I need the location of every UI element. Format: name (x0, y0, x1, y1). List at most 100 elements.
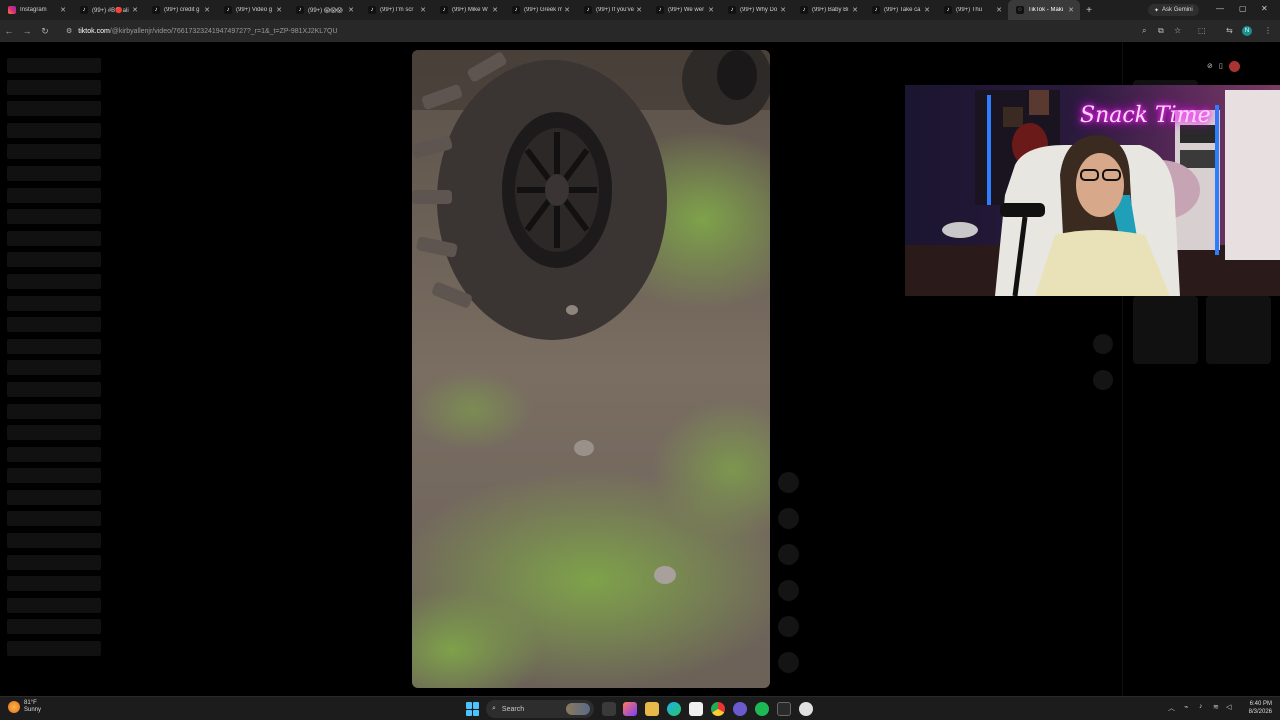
tray-chevron-icon[interactable]: ︿ (1168, 703, 1175, 713)
extensions-icon[interactable]: ⬚ (1198, 26, 1206, 35)
discord-icon[interactable] (733, 702, 747, 716)
browser-tab[interactable]: ♪ (99+) 😱😱😱 ✕ (288, 0, 360, 20)
cast-icon[interactable]: ⇆ (1226, 26, 1233, 35)
tab-title: (99+) #B🔴ali (92, 7, 129, 14)
tab-title: TikTok - Maki (1028, 7, 1064, 13)
browser-tab[interactable]: ♪ (99+) I'm scr ✕ (360, 0, 432, 20)
repost-button[interactable] (778, 616, 799, 637)
xbox-icon[interactable] (777, 702, 791, 716)
spotify-icon[interactable] (755, 702, 769, 716)
volume-icon[interactable]: ◁ (1226, 703, 1231, 711)
copilot-icon[interactable] (623, 702, 637, 716)
scroll-down-button[interactable] (1093, 370, 1113, 390)
zoom-icon[interactable]: ⌕ (1142, 26, 1146, 36)
task-view-icon[interactable] (602, 702, 616, 716)
site-info-icon[interactable]: ⚙ (66, 27, 72, 35)
taskbar-search[interactable]: ⌕ Search (486, 700, 594, 718)
tab-close-icon[interactable]: ✕ (418, 6, 428, 14)
menu-icon[interactable]: ⋮ (1264, 26, 1272, 35)
scroll-up-button[interactable] (1093, 334, 1113, 354)
ask-gemini-label: Ask Gemini (1162, 7, 1193, 13)
tab-close-icon[interactable]: ✕ (130, 6, 140, 14)
browser-tab[interactable]: ♪ (99+) If you've ✕ (576, 0, 648, 20)
skeleton-placeholder (7, 317, 101, 333)
tab-close-icon[interactable]: ✕ (202, 6, 212, 14)
address-bar[interactable]: ⚙ tiktok.com/@kirbyallenjr/video/7661732… (60, 23, 1130, 39)
bookmark-star-icon[interactable]: ☆ (1174, 26, 1181, 35)
tiktok-icon: ♪ (80, 6, 88, 14)
share-button[interactable] (778, 580, 799, 601)
skeleton-placeholder (7, 101, 101, 117)
minimize-icon[interactable]: — (1216, 4, 1224, 13)
browser-tab[interactable]: ♪ (99+) Thu ✕ (936, 0, 1008, 20)
tab-close-icon[interactable]: ✕ (562, 6, 572, 14)
browser-tab[interactable]: ♪ (99+) credit g ✕ (144, 0, 216, 20)
browser-tab[interactable]: ♪ (99+) We wer ✕ (648, 0, 720, 20)
network-icon[interactable]: ⌁ (1184, 703, 1188, 711)
recommended-card[interactable] (1206, 296, 1271, 364)
tab-close-icon[interactable]: ✕ (850, 6, 860, 14)
skeleton-placeholder (7, 230, 101, 246)
browser-tab[interactable]: ♪ (99+) Why Do ✕ (720, 0, 792, 20)
search-icon: ⌕ (492, 705, 496, 712)
recommended-card[interactable] (1133, 296, 1198, 364)
comment-button[interactable] (778, 508, 799, 529)
install-app-icon[interactable]: ⧉ (1158, 26, 1164, 36)
bookmark-button[interactable] (778, 544, 799, 565)
system-clock[interactable]: 6:40 PM 8/3/2026 (1238, 700, 1272, 716)
new-tab-icon[interactable]: + (1082, 5, 1096, 16)
instagram-icon (8, 6, 16, 14)
browser-tab[interactable]: ♪ (99+) Greek m ✕ (504, 0, 576, 20)
url-path: /@kirbyallenjr/video/7661732324194749727… (109, 27, 338, 35)
tab-close-icon[interactable]: ✕ (994, 6, 1004, 14)
search-highlight-icon (566, 703, 590, 715)
tab-close-icon[interactable]: ✕ (706, 6, 716, 14)
clock-time: 6:40 PM (1249, 701, 1272, 707)
taskbar-search-label: Search (501, 705, 525, 713)
browser-tab[interactable]: ♪ (99+) Baby Bi ✕ (792, 0, 864, 20)
video-player[interactable] (412, 50, 770, 688)
tab-title: (99+) If you've (596, 7, 634, 13)
profile-avatar[interactable]: N (1242, 26, 1252, 36)
file-explorer-icon[interactable] (645, 702, 659, 716)
browser-tab[interactable]: ♪ (99+) Video g ✕ (216, 0, 288, 20)
window-close-icon[interactable]: ✕ (1261, 4, 1268, 13)
browser-tab[interactable]: ♪ (99+) Take ca ✕ (864, 0, 936, 20)
reload-icon[interactable]: ↻ (36, 26, 54, 37)
tab-title: (99+) Take ca (884, 7, 921, 13)
tab-close-icon[interactable]: ✕ (274, 6, 284, 14)
tab-close-icon[interactable]: ✕ (58, 6, 68, 14)
tab-close-icon[interactable]: ✕ (778, 6, 788, 14)
tab-close-icon[interactable]: ✕ (922, 6, 932, 14)
mic-icon[interactable]: ♪ (1199, 703, 1203, 710)
pin-icon[interactable]: ⊘ (1207, 62, 1213, 70)
like-button[interactable] (778, 472, 799, 493)
windows-start-icon[interactable] (466, 702, 480, 716)
edge-icon[interactable] (667, 702, 681, 716)
device-icon[interactable]: ▯ (1219, 62, 1223, 70)
tab-close-icon[interactable]: ✕ (490, 6, 500, 14)
browser-tab[interactable]: Instagram ✕ (0, 0, 72, 20)
browser-tab[interactable]: ♪ (99+) #B🔴ali ✕ (72, 0, 144, 20)
tab-title: (99+) Mike W (452, 7, 488, 13)
forward-icon[interactable]: → (18, 26, 36, 36)
tiktok-icon: ♪ (584, 6, 592, 14)
skeleton-placeholder (7, 425, 101, 441)
browser-tab[interactable]: ♪ (99+) Mike W ✕ (432, 0, 504, 20)
skeleton-placeholder (7, 165, 101, 181)
store-icon[interactable] (689, 702, 703, 716)
tab-close-icon[interactable]: ✕ (346, 6, 356, 14)
chrome-icon[interactable] (711, 702, 725, 716)
wifi-icon[interactable]: ≋ (1213, 703, 1219, 711)
panel-avatar[interactable] (1228, 60, 1240, 72)
maximize-icon[interactable]: ▢ (1239, 4, 1247, 13)
obs-icon[interactable] (799, 702, 813, 716)
tab-close-icon[interactable]: ✕ (1066, 6, 1076, 14)
ask-gemini-button[interactable]: ✦ Ask Gemini (1148, 4, 1199, 16)
weather-widget[interactable]: 81°F Sunny (8, 700, 41, 714)
tab-close-icon[interactable]: ✕ (634, 6, 644, 14)
back-icon[interactable]: ← (0, 26, 18, 36)
music-disc-button[interactable] (778, 652, 799, 673)
tiktok-icon: ♪ (224, 6, 232, 14)
browser-tab[interactable]: ◌ TikTok - Maki ✕ (1008, 0, 1080, 20)
